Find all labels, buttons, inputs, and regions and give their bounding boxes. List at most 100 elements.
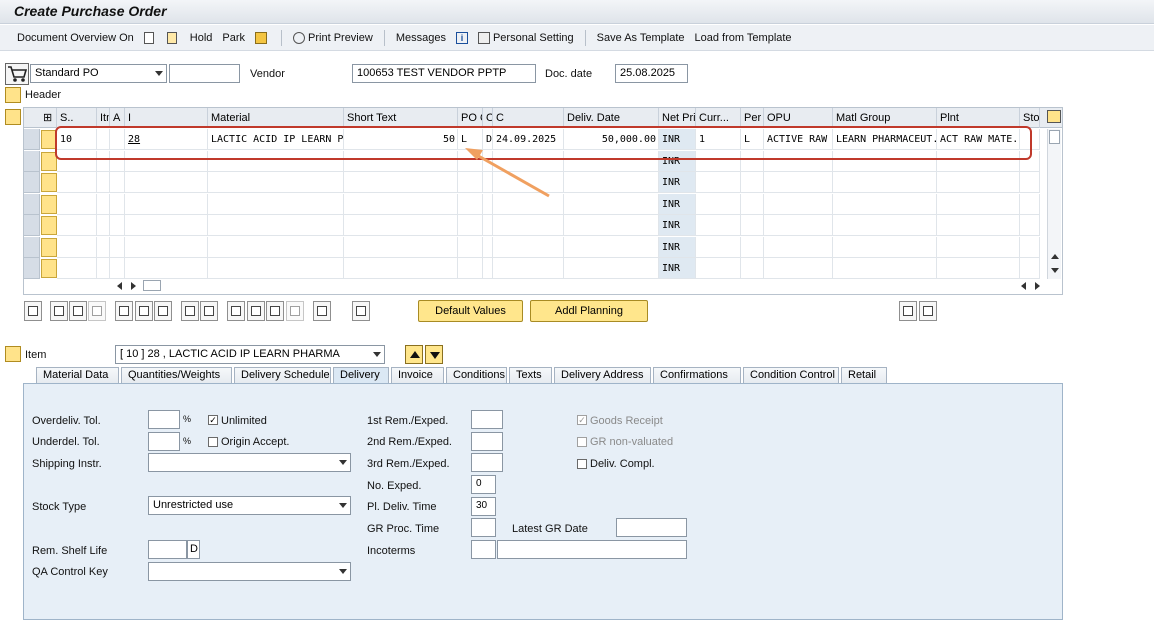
document-overview-button[interactable]: Document Overview On bbox=[14, 28, 137, 48]
third-rem-field[interactable] bbox=[471, 453, 503, 472]
table-cell-price[interactable] bbox=[564, 236, 659, 258]
column-header[interactable]: A bbox=[110, 108, 125, 128]
load-from-template-button[interactable]: Load from Template bbox=[692, 28, 795, 48]
header-expand-button[interactable] bbox=[5, 87, 21, 103]
table-cell-per[interactable] bbox=[696, 236, 741, 258]
table-cell-curr[interactable]: INR bbox=[659, 258, 696, 279]
table-cell-deliv[interactable] bbox=[493, 215, 564, 236]
scroll-right-icon[interactable] bbox=[131, 282, 136, 290]
previous-item-button[interactable] bbox=[405, 345, 423, 364]
row-selector[interactable] bbox=[24, 150, 40, 172]
table-cell-opu[interactable] bbox=[741, 258, 764, 279]
table-cell-blank[interactable] bbox=[97, 236, 110, 258]
table-cell-blank[interactable] bbox=[1020, 258, 1040, 279]
filter-set-button[interactable] bbox=[266, 301, 284, 321]
table-cell-price[interactable] bbox=[564, 215, 659, 236]
save-as-template-button[interactable]: Save As Template bbox=[594, 28, 688, 48]
details-button[interactable] bbox=[24, 301, 42, 321]
table-cell-short_text[interactable] bbox=[208, 172, 344, 193]
column-header[interactable]: Itm bbox=[97, 108, 110, 128]
column-header[interactable]: S.. bbox=[57, 108, 97, 128]
column-header[interactable]: Plnt bbox=[937, 108, 1020, 128]
pl-deliv-time-field[interactable]: 30 bbox=[471, 497, 496, 516]
table-cell-c[interactable] bbox=[483, 236, 493, 258]
stock-type-select[interactable]: Unrestricted use bbox=[148, 496, 351, 515]
shipping-instr-select[interactable] bbox=[148, 453, 351, 472]
table-cell-stor[interactable] bbox=[937, 236, 1020, 258]
print-preview-button[interactable]: Print Preview bbox=[290, 28, 376, 48]
table-cell-stor[interactable] bbox=[937, 172, 1020, 193]
table-cell-blank[interactable] bbox=[110, 215, 125, 236]
table-cell-plnt[interactable] bbox=[833, 172, 937, 193]
table-cell-blank[interactable] bbox=[97, 193, 110, 215]
cart-icon[interactable] bbox=[5, 63, 29, 85]
column-header[interactable]: Stor. Location bbox=[1020, 108, 1040, 128]
deselect-button[interactable] bbox=[88, 301, 106, 321]
scroll-down-icon[interactable] bbox=[1051, 268, 1059, 273]
select-block-button[interactable] bbox=[69, 301, 87, 321]
incoterms-field[interactable] bbox=[471, 540, 496, 559]
filter-button[interactable] bbox=[247, 301, 265, 321]
table-settings-icon[interactable] bbox=[1047, 110, 1061, 123]
row-selector[interactable] bbox=[24, 215, 40, 236]
table-cell-itm[interactable] bbox=[57, 236, 97, 258]
table-cell-matl_group[interactable] bbox=[764, 236, 833, 258]
table-cell-plnt[interactable] bbox=[833, 258, 937, 279]
default-values-button[interactable]: Default Values bbox=[418, 300, 523, 322]
first-rem-field[interactable] bbox=[471, 410, 503, 429]
tab-delivery-schedule[interactable]: Delivery Schedule bbox=[234, 367, 331, 383]
row-status-cell[interactable] bbox=[41, 194, 57, 214]
column-header[interactable]: Deliv. Date bbox=[564, 108, 659, 128]
row-status-cell[interactable] bbox=[41, 237, 57, 257]
addl-planning-button[interactable]: Addl Planning bbox=[530, 300, 648, 322]
table-cell-itm[interactable] bbox=[57, 258, 97, 279]
table-cell-blank[interactable] bbox=[1020, 193, 1040, 215]
column-header[interactable]: Short Text bbox=[344, 108, 458, 128]
table-cell-oun[interactable] bbox=[458, 215, 483, 236]
tab-confirmations[interactable]: Confirmations bbox=[653, 367, 741, 383]
table-cell-material[interactable] bbox=[125, 193, 208, 215]
table-cell-stor[interactable] bbox=[937, 193, 1020, 215]
table-cell-short_text[interactable] bbox=[208, 215, 344, 236]
personal-setting-button[interactable]: Personal Setting bbox=[475, 28, 577, 48]
table-cell-c[interactable] bbox=[483, 258, 493, 279]
scroll-right-icon[interactable] bbox=[1035, 282, 1040, 290]
column-header[interactable]: OPU bbox=[764, 108, 833, 128]
vendor-field[interactable]: 100653 TEST VENDOR PPTP bbox=[352, 64, 536, 83]
overdeliv-field[interactable] bbox=[148, 410, 180, 429]
table-cell-curr[interactable]: INR bbox=[659, 215, 696, 236]
item-collapse-button[interactable] bbox=[5, 346, 21, 362]
row-selector[interactable] bbox=[24, 193, 40, 215]
messages-button[interactable]: Messages bbox=[393, 28, 449, 48]
goods-receipt-checkbox[interactable]: ✓ bbox=[577, 415, 587, 425]
scroll-left-icon[interactable] bbox=[117, 282, 122, 290]
copy-button[interactable] bbox=[181, 301, 199, 321]
column-header[interactable]: Matl Group bbox=[833, 108, 937, 128]
table-cell-material[interactable] bbox=[125, 215, 208, 236]
column-header[interactable]: Material bbox=[208, 108, 344, 128]
row-status-cell[interactable] bbox=[41, 173, 57, 192]
table-cell-plnt[interactable] bbox=[833, 215, 937, 236]
column-header[interactable]: PO Quantity bbox=[458, 108, 483, 128]
horizontal-scrollbar[interactable] bbox=[112, 280, 1047, 292]
table-cell-per[interactable] bbox=[696, 193, 741, 215]
column-header[interactable]: Net Price bbox=[659, 108, 696, 128]
layout-settings-button[interactable] bbox=[919, 301, 937, 321]
underdel-field[interactable] bbox=[148, 432, 180, 451]
row-status-cell[interactable] bbox=[41, 259, 57, 278]
scroll-up-icon[interactable] bbox=[1051, 254, 1059, 259]
doc-number-field[interactable] bbox=[169, 64, 240, 83]
tab-retail[interactable]: Retail bbox=[841, 367, 887, 383]
tab-delivery[interactable]: Delivery bbox=[333, 367, 389, 383]
table-cell-blank[interactable] bbox=[110, 258, 125, 279]
column-header[interactable]: Curr... bbox=[696, 108, 741, 128]
table-cell-deliv[interactable] bbox=[493, 258, 564, 279]
scroll-left-icon[interactable] bbox=[1021, 282, 1026, 290]
table-cell-opu[interactable] bbox=[741, 215, 764, 236]
table-cell-material[interactable] bbox=[125, 258, 208, 279]
row-selector[interactable] bbox=[24, 258, 40, 279]
new-document-button[interactable] bbox=[141, 28, 160, 48]
other-document-button[interactable] bbox=[164, 28, 183, 48]
table-cell-blank[interactable] bbox=[97, 258, 110, 279]
column-header[interactable]: OUn bbox=[483, 108, 493, 128]
